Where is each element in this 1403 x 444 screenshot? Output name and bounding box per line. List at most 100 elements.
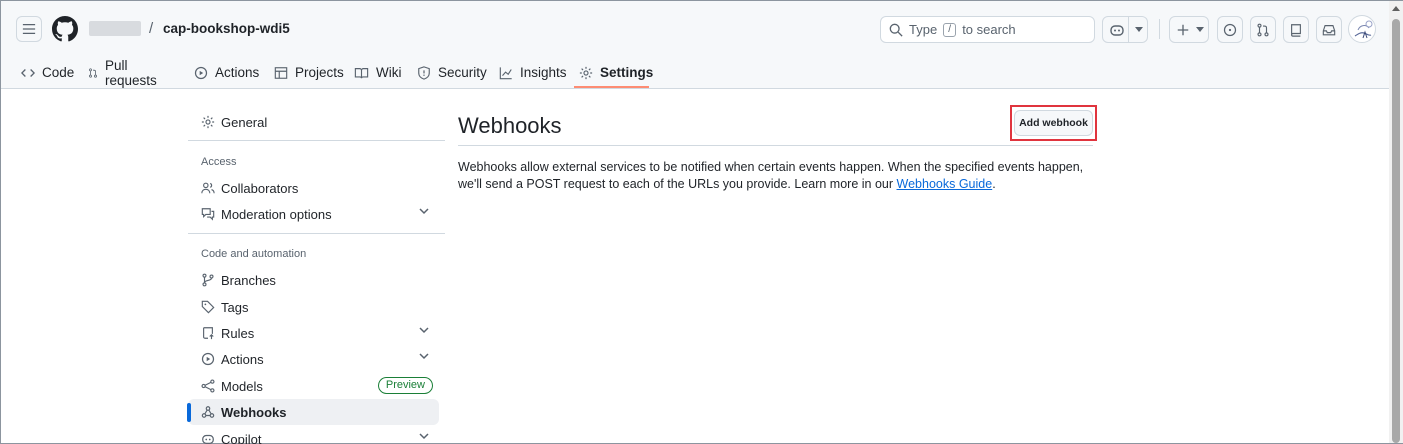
sidebar-item-label: Collaborators: [221, 180, 299, 196]
scroll-up-arrow-icon[interactable]: [1392, 5, 1400, 11]
chevron-down-icon: [419, 353, 429, 360]
breadcrumb-separator: /: [149, 20, 154, 37]
sidebar-item-label: Tags: [221, 299, 249, 315]
webhook-icon: [201, 406, 215, 418]
sidebar-item-collaborators[interactable]: Collaborators: [188, 175, 439, 201]
tag-icon: [201, 300, 215, 314]
gear-icon: [201, 115, 215, 129]
chevron-down-icon: [1196, 27, 1204, 32]
git-branch-icon: [202, 273, 214, 287]
sidebar-item-copilot[interactable]: Copilot: [188, 426, 439, 444]
sidebar-heading-access: Access: [201, 156, 237, 168]
play-icon: [194, 66, 208, 79]
tab-insights[interactable]: Insights: [499, 57, 567, 88]
repositories-button[interactable]: [1283, 16, 1309, 43]
sidebar-item-label: Branches: [221, 272, 276, 288]
sidebar-item-general[interactable]: General: [188, 109, 439, 135]
chevron-down-icon: [419, 433, 429, 440]
tab-label: Code: [42, 65, 75, 80]
git-pull-request-icon: [89, 67, 97, 78]
active-item-indicator: [187, 403, 191, 422]
copilot-icon: [202, 434, 214, 444]
pull-requests-button[interactable]: [1250, 16, 1276, 43]
sidebar-divider: [188, 233, 445, 234]
avatar-image-icon: [1354, 20, 1373, 39]
tab-security[interactable]: Security: [417, 57, 487, 88]
copilot-button[interactable]: [1102, 16, 1148, 43]
preview-badge: Preview: [377, 377, 433, 394]
tab-projects[interactable]: Projects: [274, 57, 344, 88]
sidebar-item-label: General: [221, 114, 268, 130]
sidebar-item-tags[interactable]: Tags: [188, 294, 439, 320]
tab-label: Settings: [600, 65, 654, 80]
play-icon: [201, 352, 215, 366]
graph-icon: [499, 66, 512, 79]
github-logo-icon[interactable]: [52, 16, 78, 42]
sidebar-item-branches[interactable]: Branches: [188, 267, 439, 293]
title-divider: [458, 145, 1093, 146]
search-icon: [889, 23, 903, 37]
scrollbar-thumb[interactable]: [1392, 19, 1400, 443]
shield-icon: [418, 65, 430, 80]
header-divider: [1159, 19, 1160, 39]
sidebar-item-actions[interactable]: Actions: [188, 346, 439, 372]
chevron-down-icon: [419, 327, 429, 334]
plus-icon: [1177, 24, 1189, 35]
app-header: / cap-bookshop-wdi5 Type / to search Cod…: [1, 1, 1389, 89]
avatar[interactable]: [1348, 15, 1376, 43]
sidebar-item-models[interactable]: Models Preview: [188, 373, 439, 399]
tab-label: Projects: [295, 65, 344, 80]
search-prefix: Type: [909, 22, 938, 37]
description-end: .: [992, 177, 996, 191]
webhooks-guide-link[interactable]: Webhooks Guide: [897, 177, 993, 191]
inbox-icon: [1322, 24, 1336, 35]
issues-button[interactable]: [1217, 16, 1243, 43]
tab-wiki[interactable]: Wiki: [354, 57, 402, 88]
sidebar-item-label: Copilot: [221, 431, 262, 444]
create-new-button[interactable]: [1169, 16, 1209, 43]
scrollbar[interactable]: [1389, 1, 1403, 443]
tab-label: Actions: [215, 65, 260, 80]
page-title: Webhooks: [458, 113, 562, 138]
sidebar-divider: [188, 140, 445, 141]
gear-icon: [579, 66, 593, 79]
chevron-down-icon: [419, 208, 429, 215]
tab-label: Insights: [520, 65, 567, 80]
sidebar-item-label: Webhooks: [221, 404, 287, 420]
tab-label: Wiki: [376, 65, 402, 80]
repo-icon: [1291, 23, 1301, 37]
menu-button[interactable]: [16, 16, 42, 42]
chevron-down-icon: [1135, 27, 1143, 32]
add-webhook-button[interactable]: Add webhook: [1014, 110, 1093, 136]
sidebar-heading-code: Code and automation: [201, 248, 307, 260]
search-suffix: to search: [962, 22, 1016, 37]
hamburger-icon: [22, 23, 36, 35]
tab-settings[interactable]: Settings: [579, 57, 653, 88]
tab-label: Pull requests: [105, 57, 157, 88]
owner-name-redacted[interactable]: [89, 21, 141, 36]
issue-opened-icon: [1223, 23, 1237, 36]
tab-pull-requests[interactable]: Pull requests: [88, 57, 161, 88]
sidebar-item-label: Models: [221, 378, 263, 394]
repo-name-link[interactable]: cap-bookshop-wdi5: [163, 21, 290, 36]
sidebar-item-webhooks[interactable]: Webhooks: [188, 399, 439, 425]
sidebar-item-label: Rules: [221, 325, 255, 341]
ai-model-icon: [201, 379, 215, 393]
webhooks-description: Webhooks allow external services to be n…: [458, 159, 1098, 193]
sidebar-item-label: Actions: [221, 351, 264, 367]
sidebar-item-moderation[interactable]: Moderation options: [188, 201, 439, 227]
search-shortcut-key: /: [943, 22, 957, 37]
tab-code[interactable]: Code: [21, 57, 74, 88]
copilot-icon: [1110, 24, 1124, 36]
tab-actions[interactable]: Actions: [194, 57, 259, 88]
search-input[interactable]: Type / to search: [880, 16, 1095, 43]
sidebar-item-rules[interactable]: Rules: [188, 320, 439, 346]
book-icon: [354, 67, 369, 78]
sidebar-item-label: Moderation options: [221, 206, 332, 222]
inbox-button[interactable]: [1316, 16, 1342, 43]
people-icon: [201, 182, 215, 194]
tab-label: Security: [438, 65, 487, 80]
code-icon: [21, 68, 35, 77]
comment-discussion-icon: [201, 208, 215, 221]
table-icon: [274, 66, 288, 79]
